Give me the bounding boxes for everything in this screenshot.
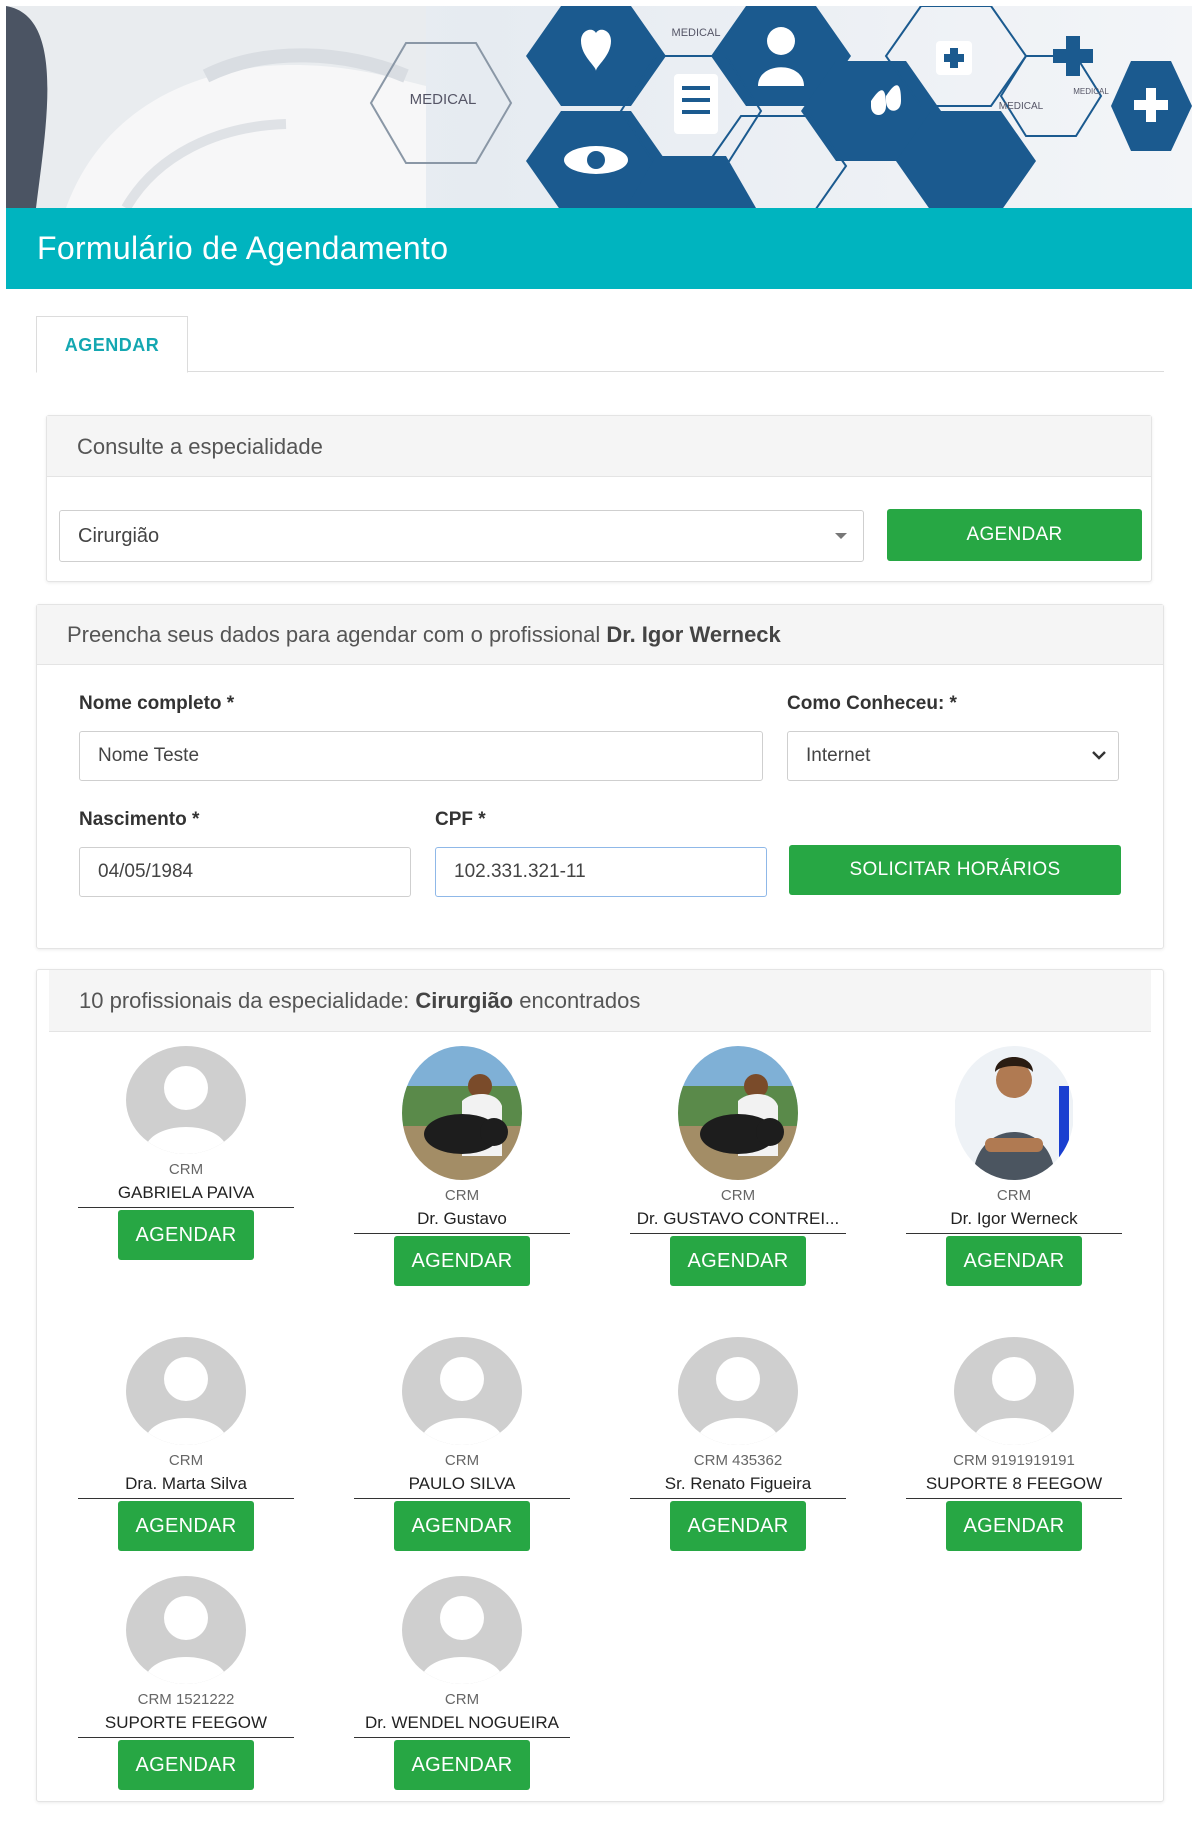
professional-agendar-button[interactable]: AGENDAR <box>118 1501 254 1551</box>
professional-card: CRM Dr. WENDEL NOGUEIRA AGENDAR <box>354 1576 570 1790</box>
avatar <box>402 1337 522 1445</box>
professional-crm: CRM <box>168 1452 204 1469</box>
avatar <box>402 1046 522 1180</box>
specialty-panel: Consulte a especialidade Cirurgião AGEND… <box>46 415 1152 582</box>
professional-card: CRM GABRIELA PAIVA AGENDAR <box>78 1046 294 1260</box>
professional-crm: CRM <box>444 1452 480 1469</box>
patient-form-panel: Preencha seus dados para agendar com o p… <box>36 604 1164 949</box>
professional-name: GABRIELA PAIVA <box>78 1180 294 1208</box>
avatar <box>126 1046 246 1154</box>
birth-date-input[interactable]: 04/05/1984 <box>79 847 411 897</box>
professional-name: Dra. Marta Silva <box>78 1471 294 1499</box>
professional-agendar-button[interactable]: AGENDAR <box>946 1501 1082 1551</box>
professional-crm: CRM 9191919191 <box>953 1452 1075 1469</box>
source-select[interactable]: Internet <box>787 731 1119 781</box>
banner-label: MEDICAL <box>999 101 1044 112</box>
patient-form-title-text: Preencha seus dados para agendar com o p… <box>67 622 607 647</box>
specialty-select-value: Cirurgião <box>78 525 160 547</box>
professional-agendar-button[interactable]: AGENDAR <box>394 1740 530 1790</box>
tab-bar: AGENDAR <box>36 316 1164 373</box>
professional-card: CRM Dr. Gustavo AGENDAR <box>354 1046 570 1286</box>
professional-agendar-button[interactable]: AGENDAR <box>670 1236 806 1286</box>
source-select-value: Internet <box>806 745 871 766</box>
professional-name: SUPORTE FEEGOW <box>78 1710 294 1738</box>
professional-agendar-button[interactable]: AGENDAR <box>118 1740 254 1790</box>
chevron-down-icon <box>1092 751 1106 760</box>
professional-agendar-button[interactable]: AGENDAR <box>946 1236 1082 1286</box>
professional-card: CRM Dr. Igor Werneck AGENDAR <box>906 1046 1122 1286</box>
professional-name: Dr. Gustavo <box>354 1206 570 1234</box>
tab-agendar[interactable]: AGENDAR <box>36 316 188 373</box>
professional-name: Dr. Igor Werneck <box>606 622 781 647</box>
professional-card: CRM 1521222 SUPORTE FEEGOW AGENDAR <box>78 1576 294 1790</box>
banner-label: MEDICAL <box>672 27 721 39</box>
results-specialty: Cirurgião <box>415 988 514 1013</box>
avatar <box>954 1046 1074 1180</box>
professional-name: Dr. WENDEL NOGUEIRA <box>354 1710 570 1738</box>
birth-label: Nascimento * <box>79 809 200 830</box>
professional-name: Dr. Igor Werneck <box>906 1206 1122 1234</box>
request-times-button[interactable]: SOLICITAR HORÁRIOS <box>789 845 1121 895</box>
banner-label: MEDICAL <box>1073 87 1109 96</box>
name-label: Nome completo * <box>79 693 235 714</box>
cpf-input[interactable]: 102.331.321-11 <box>435 847 767 897</box>
professional-crm: CRM <box>168 1161 204 1178</box>
name-input[interactable]: Nome Teste <box>79 731 763 781</box>
specialty-agendar-button[interactable]: AGENDAR <box>887 509 1142 561</box>
professional-name: Dr. GUSTAVO CONTREI... <box>630 1206 846 1234</box>
patient-form-title: Preencha seus dados para agendar com o p… <box>37 605 1163 665</box>
professional-agendar-button[interactable]: AGENDAR <box>394 1236 530 1286</box>
professional-name: PAULO SILVA <box>354 1471 570 1499</box>
specialty-panel-title: Consulte a especialidade <box>47 416 1151 477</box>
professionals-panel: 10 profissionais da especialidade: Cirur… <box>36 969 1164 1802</box>
professional-card: CRM PAULO SILVA AGENDAR <box>354 1337 570 1551</box>
professional-name: Sr. Renato Figueira <box>630 1471 846 1499</box>
source-label: Como Conheceu: * <box>787 693 957 714</box>
results-title-suffix: encontrados <box>513 988 641 1013</box>
professional-crm: CRM <box>720 1187 756 1204</box>
professionals-panel-title: 10 profissionais da especialidade: Cirur… <box>49 970 1151 1032</box>
avatar <box>402 1576 522 1684</box>
banner-label: MEDICAL <box>410 91 477 108</box>
professional-agendar-button[interactable]: AGENDAR <box>670 1501 806 1551</box>
professional-crm: CRM 1521222 <box>137 1691 235 1708</box>
professional-card: CRM Dr. GUSTAVO CONTREI... AGENDAR <box>630 1046 846 1286</box>
avatar <box>678 1046 798 1180</box>
professional-crm: CRM <box>444 1187 480 1204</box>
avatar <box>126 1576 246 1684</box>
professional-card: CRM Dra. Marta Silva AGENDAR <box>78 1337 294 1551</box>
cpf-label: CPF * <box>435 809 486 830</box>
avatar <box>126 1337 246 1445</box>
avatar <box>954 1337 1074 1445</box>
professional-agendar-button[interactable]: AGENDAR <box>118 1210 254 1260</box>
professional-agendar-button[interactable]: AGENDAR <box>394 1501 530 1551</box>
medical-banner-illustration: MEDICAL MEDICAL MEDICAL MEDICAL <box>6 6 1192 208</box>
professional-crm: CRM <box>444 1691 480 1708</box>
professional-card: CRM 435362 Sr. Renato Figueira AGENDAR <box>630 1337 846 1551</box>
avatar <box>678 1337 798 1445</box>
professional-crm: CRM <box>996 1187 1032 1204</box>
medical-banner: MEDICAL MEDICAL MEDICAL MEDICAL <box>6 6 1192 208</box>
professional-crm: CRM 435362 <box>693 1452 783 1469</box>
caret-down-icon <box>835 533 847 539</box>
results-title-prefix: 10 profissionais da especialidade: <box>79 988 416 1013</box>
specialty-select[interactable]: Cirurgião <box>59 510 864 562</box>
page-title: Formulário de Agendamento <box>6 208 1192 289</box>
professional-card: CRM 9191919191 SUPORTE 8 FEEGOW AGENDAR <box>906 1337 1122 1551</box>
professional-name: SUPORTE 8 FEEGOW <box>906 1471 1122 1499</box>
